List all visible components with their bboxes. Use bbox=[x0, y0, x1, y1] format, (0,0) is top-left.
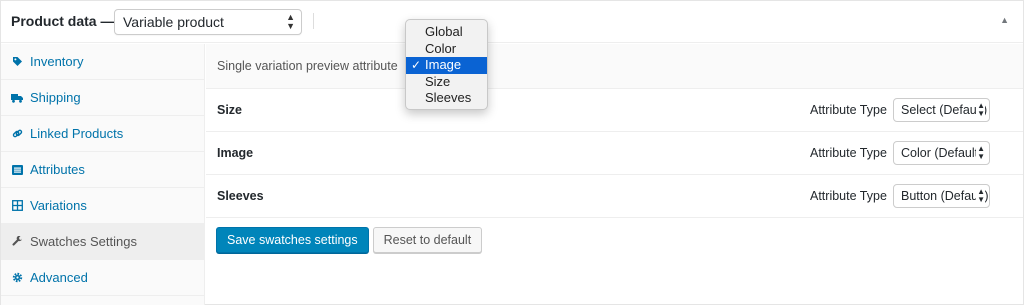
tab-inventory[interactable]: Inventory bbox=[1, 44, 204, 80]
tab-variations[interactable]: Variations bbox=[1, 188, 204, 224]
gear-icon bbox=[11, 272, 23, 284]
attribute-type-label: Attribute Type bbox=[810, 189, 887, 203]
header-divider bbox=[313, 13, 314, 29]
tab-advanced[interactable]: Advanced bbox=[1, 260, 204, 296]
panel-header: Product data — Variable product ▲ ▼ ▲ bbox=[1, 1, 1023, 43]
checkmark-icon: ✓ bbox=[411, 58, 422, 72]
wrench-icon bbox=[11, 236, 23, 248]
tab-label: Inventory bbox=[30, 54, 84, 69]
attribute-row: Size Attribute Type Select (Default) ▲ ▼ bbox=[206, 89, 1023, 132]
preview-attribute-row: Single variation preview attribute bbox=[206, 44, 1023, 89]
truck-icon bbox=[11, 92, 23, 104]
tab-linked-products[interactable]: Linked Products bbox=[1, 116, 204, 152]
tab-label: Advanced bbox=[30, 270, 88, 285]
tab-label: Attributes bbox=[30, 162, 85, 177]
tab-label: Swatches Settings bbox=[30, 234, 137, 249]
preview-attribute-dropdown: Global Color ✓ Image Size Sleeves bbox=[405, 19, 488, 110]
attribute-type-value: Select (Default) bbox=[901, 103, 988, 117]
attribute-type-select[interactable]: Select (Default) ▲ ▼ bbox=[893, 98, 990, 122]
dropdown-option-sleeves[interactable]: Sleeves bbox=[406, 90, 487, 107]
select-arrows-icon: ▲ ▼ bbox=[976, 144, 985, 161]
tag-icon bbox=[11, 56, 23, 68]
tab-label: Shipping bbox=[30, 90, 81, 105]
reset-default-button[interactable]: Reset to default bbox=[372, 227, 483, 253]
product-type-value: Variable product bbox=[123, 14, 224, 30]
attribute-name: Size bbox=[217, 103, 243, 117]
swatches-settings-panel: Single variation preview attribute Size … bbox=[206, 44, 1023, 305]
product-type-select[interactable]: Variable product ▲ ▼ bbox=[114, 9, 302, 35]
attribute-type-label: Attribute Type bbox=[810, 103, 887, 117]
preview-attribute-label: Single variation preview attribute bbox=[217, 59, 398, 73]
select-arrows-icon: ▲ ▼ bbox=[286, 12, 295, 31]
tab-shipping[interactable]: Shipping bbox=[1, 80, 204, 116]
dropdown-option-image[interactable]: ✓ Image bbox=[406, 57, 487, 74]
product-data-tabs: Inventory Shipping Linked Products Attri… bbox=[1, 44, 205, 305]
dropdown-option-global[interactable]: Global bbox=[406, 24, 487, 41]
attribute-type-select[interactable]: Button (Default) ▲ ▼ bbox=[893, 184, 990, 208]
tab-label: Variations bbox=[30, 198, 87, 213]
list-icon bbox=[11, 164, 23, 176]
attribute-type-label: Attribute Type bbox=[810, 146, 887, 160]
attribute-type-value: Color (Default) bbox=[901, 146, 983, 160]
select-arrows-icon: ▲ ▼ bbox=[976, 187, 985, 204]
tab-swatches-settings[interactable]: Swatches Settings bbox=[1, 224, 204, 260]
tab-label: Linked Products bbox=[30, 126, 124, 141]
triangle-up-icon[interactable]: ▲ bbox=[1000, 15, 1009, 25]
attribute-name: Sleeves bbox=[217, 189, 264, 203]
dropdown-option-size[interactable]: Size bbox=[406, 74, 487, 91]
settings-actions: Save swatches settings Reset to default bbox=[216, 227, 483, 253]
attribute-row: Sleeves Attribute Type Button (Default) … bbox=[206, 175, 1023, 218]
tab-attributes[interactable]: Attributes bbox=[1, 152, 204, 188]
product-data-panel: Product data — Variable product ▲ ▼ ▲ Inv… bbox=[0, 0, 1024, 305]
attribute-type-select[interactable]: Color (Default) ▲ ▼ bbox=[893, 141, 990, 165]
panel-title: Product data — bbox=[11, 13, 115, 29]
select-arrows-icon: ▲ ▼ bbox=[976, 101, 985, 118]
dropdown-option-color[interactable]: Color bbox=[406, 41, 487, 58]
link-icon bbox=[11, 128, 23, 140]
save-swatches-button[interactable]: Save swatches settings bbox=[216, 227, 369, 253]
attribute-name: Image bbox=[217, 146, 254, 160]
attribute-row: Image Attribute Type Color (Default) ▲ ▼ bbox=[206, 132, 1023, 175]
grid-icon bbox=[11, 200, 23, 212]
